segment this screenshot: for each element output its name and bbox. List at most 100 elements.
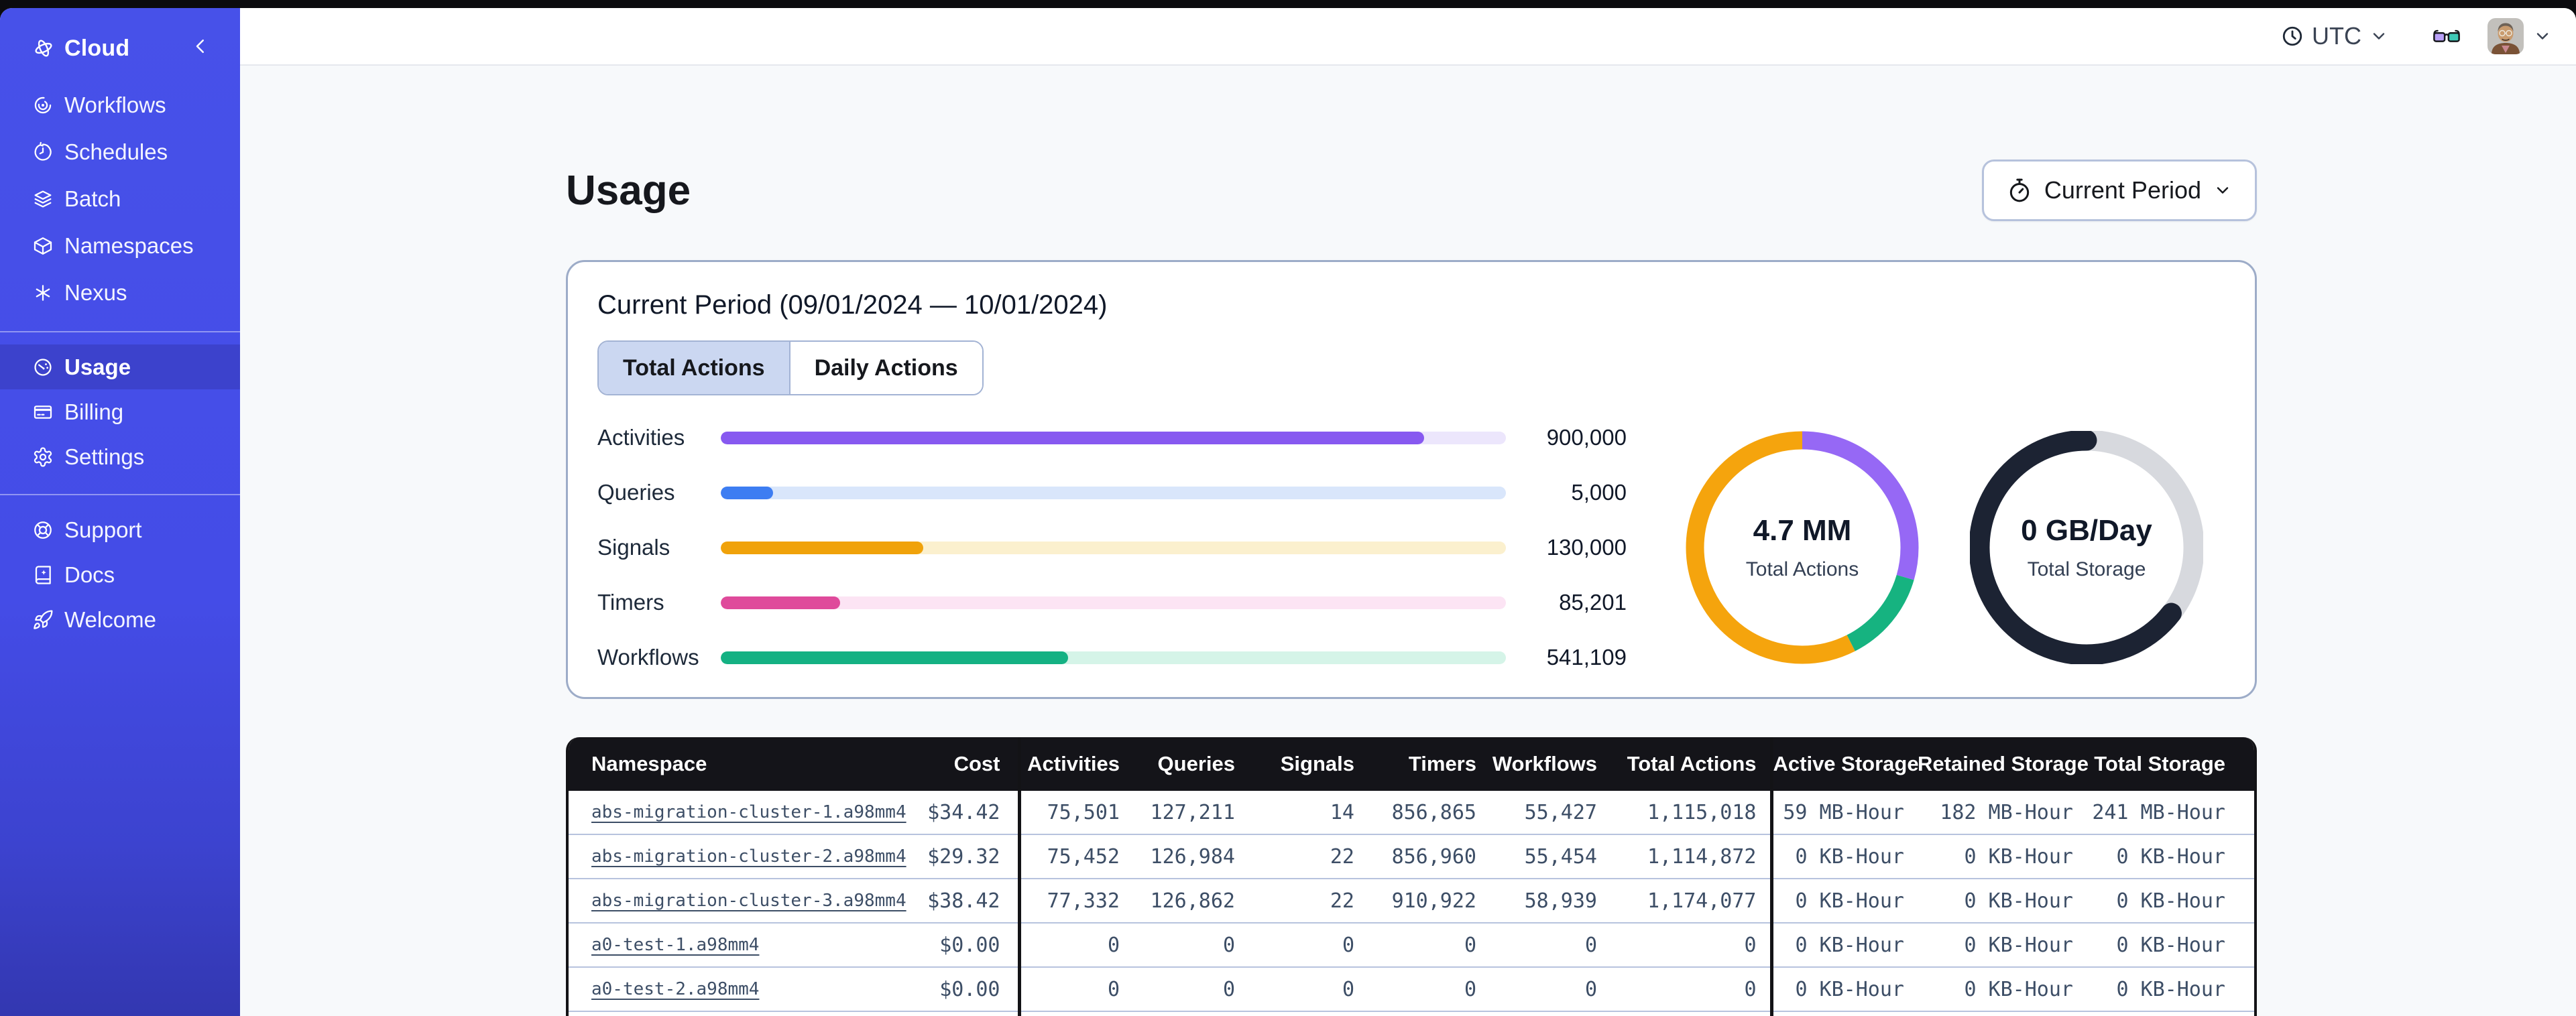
bar-row-signals: Signals 130,000: [597, 535, 1627, 560]
sidebar-item-batch[interactable]: Batch: [0, 176, 240, 223]
actions-tab-group: Total Actions Daily Actions: [597, 340, 984, 395]
sidebar-item-schedules[interactable]: Schedules: [0, 129, 240, 176]
bar-track: [721, 541, 1506, 554]
cell-total_storage: 0 KB-Hour: [2087, 1011, 2254, 1016]
collapse-sidebar-icon[interactable]: [190, 36, 211, 56]
current-period-card: Current Period (09/01/2024 — 10/01/2024)…: [566, 260, 2257, 699]
sidebar-item-support[interactable]: Support: [0, 507, 240, 552]
column-header-retained_storage: Retained Storage: [1918, 737, 2089, 791]
cell-namespace: a0-test-2.a98mm4: [569, 966, 898, 1011]
nexus-icon: [32, 282, 54, 304]
screen: Cloud Workflows Schedules Batch Namespaces N…: [0, 0, 2576, 1016]
sidebar-item-nexus[interactable]: Nexus: [0, 269, 240, 316]
cell-queries: 126,862: [1133, 878, 1248, 923]
sidebar-item-usage[interactable]: Usage: [0, 344, 240, 389]
cell-total_storage: 241 MB-Hour: [2087, 791, 2254, 834]
cell-retained_storage: 0 KB-Hour: [1918, 878, 2087, 923]
cell-activities: 0: [1017, 922, 1133, 967]
cell-timers: 0: [1368, 1011, 1490, 1016]
cell-total_actions: 1,114,872: [1611, 834, 1771, 879]
tab-total-actions[interactable]: Total Actions: [599, 342, 789, 394]
cell-cost: $38.42: [898, 878, 1019, 923]
total-actions-donut: 4.7 MM Total Actions: [1686, 431, 1919, 664]
sidebar-item-label: Schedules: [64, 139, 168, 164]
bar-row-queries: Queries 5,000: [597, 480, 1627, 505]
cell-cost: $34.42: [898, 791, 1019, 834]
cell-queries: 0: [1133, 922, 1248, 967]
bar-value: 130,000: [1546, 535, 1627, 560]
bar-fill: [721, 596, 840, 609]
main-area: UTC Usage Current Period Current Period …: [240, 8, 2576, 1016]
cell-cost: $0.00: [898, 922, 1019, 967]
bar-value: 85,201: [1559, 590, 1627, 615]
sidebar-item-workflows[interactable]: Workflows: [0, 82, 240, 129]
user-menu-chevron-icon[interactable]: [2533, 27, 2552, 46]
cell-namespace: a0-test-1.a98mm4: [569, 922, 898, 967]
bar-fill: [721, 431, 1425, 444]
sidebar-section-0: Workflows Schedules Batch Namespaces Nexus: [0, 70, 240, 331]
cell-retained_storage: 182 MB-Hour: [1918, 791, 2087, 834]
bar-label: Queries: [597, 480, 675, 505]
namespaces-icon: [32, 235, 54, 257]
donut-value: 4.7 MM: [1753, 514, 1852, 547]
chevron-down-icon: [2213, 181, 2232, 200]
sidebar-item-label: Billing: [64, 399, 124, 424]
tab-daily-actions[interactable]: Daily Actions: [788, 342, 982, 394]
app-window: Cloud Workflows Schedules Batch Namespaces N…: [0, 8, 2576, 1016]
donut-label: Total Actions: [1745, 558, 1859, 580]
bar-track: [721, 486, 1506, 499]
cell-signals: 0: [1248, 1011, 1368, 1016]
cell-namespace: abs-migration-cluster-3.a98mm4: [569, 878, 906, 923]
namespace-link[interactable]: a0-test-2.a98mm4: [591, 979, 759, 999]
namespace-link[interactable]: abs-migration-cluster-3.a98mm4: [591, 891, 906, 911]
sidebar-item-label: Docs: [64, 562, 115, 587]
table-row: bk-worker-test.a98mm4$0.000000110 KB-Hou…: [569, 1011, 2254, 1016]
timezone-label: UTC: [2312, 22, 2361, 50]
cell-workflows: 55,454: [1490, 834, 1611, 879]
timezone-picker[interactable]: UTC: [2281, 22, 2388, 50]
sidebar-item-label: Welcome: [64, 607, 156, 632]
card-title: Current Period (09/01/2024 — 10/01/2024): [597, 290, 1108, 320]
cell-queries: 0: [1133, 1011, 1248, 1016]
glasses-theme-icon[interactable]: [2433, 26, 2461, 46]
sidebar-item-label: Workflows: [64, 92, 166, 117]
cell-active_storage: 0 KB-Hour: [1769, 966, 1918, 1011]
cell-timers: 0: [1368, 922, 1490, 967]
sidebar-item-settings[interactable]: Settings: [0, 434, 240, 479]
sidebar-section-2: Support Docs Welcome: [0, 494, 240, 657]
sidebar-item-namespaces[interactable]: Namespaces: [0, 223, 240, 269]
cell-queries: 126,984: [1133, 834, 1248, 879]
cell-active_storage: 0 KB-Hour: [1769, 1011, 1918, 1016]
avatar[interactable]: [2487, 18, 2524, 54]
sidebar-item-label: Nexus: [64, 280, 127, 305]
column-header-queries: Queries: [1133, 737, 1248, 791]
cell-active_storage: 0 KB-Hour: [1769, 922, 1918, 967]
column-header-workflows: Workflows: [1490, 737, 1611, 791]
namespace-link[interactable]: a0-test-1.a98mm4: [591, 935, 759, 955]
cell-active_storage: 59 MB-Hour: [1769, 791, 1918, 834]
sidebar-item-label: Namespaces: [64, 233, 194, 258]
bar-row-timers: Timers 85,201: [597, 590, 1627, 615]
workflows-icon: [32, 94, 54, 116]
sidebar-item-label: Usage: [64, 354, 131, 379]
sidebar-item-welcome[interactable]: Welcome: [0, 597, 240, 642]
cell-timers: 856,865: [1368, 791, 1490, 834]
cell-workflows: 55,427: [1490, 791, 1611, 834]
sidebar-item-docs[interactable]: Docs: [0, 552, 240, 597]
settings-icon: [32, 446, 54, 468]
stopwatch-icon: [2007, 178, 2032, 203]
namespace-link[interactable]: abs-migration-cluster-1.a98mm4: [591, 802, 906, 822]
cell-cost: $0.00: [898, 966, 1019, 1011]
cell-total_storage: 0 KB-Hour: [2087, 834, 2254, 879]
bar-track: [721, 651, 1506, 664]
cell-total_storage: 0 KB-Hour: [2087, 966, 2254, 1011]
namespace-link[interactable]: abs-migration-cluster-2.a98mm4: [591, 846, 906, 867]
table-row: abs-migration-cluster-2.a98mm4 $29.32 75,4…: [569, 834, 2254, 879]
period-select-button[interactable]: Current Period: [1981, 160, 2257, 221]
sidebar-item-label: Support: [64, 517, 142, 542]
sidebar-item-billing[interactable]: Billing: [0, 389, 240, 434]
usage-bar-chart: Activities 900,000 Queries 5,000 Signals 130,…: [597, 425, 1627, 670]
sidebar-header-cloud[interactable]: Cloud: [0, 27, 240, 70]
batch-icon: [32, 188, 54, 210]
cell-activities: 0: [1017, 966, 1133, 1011]
